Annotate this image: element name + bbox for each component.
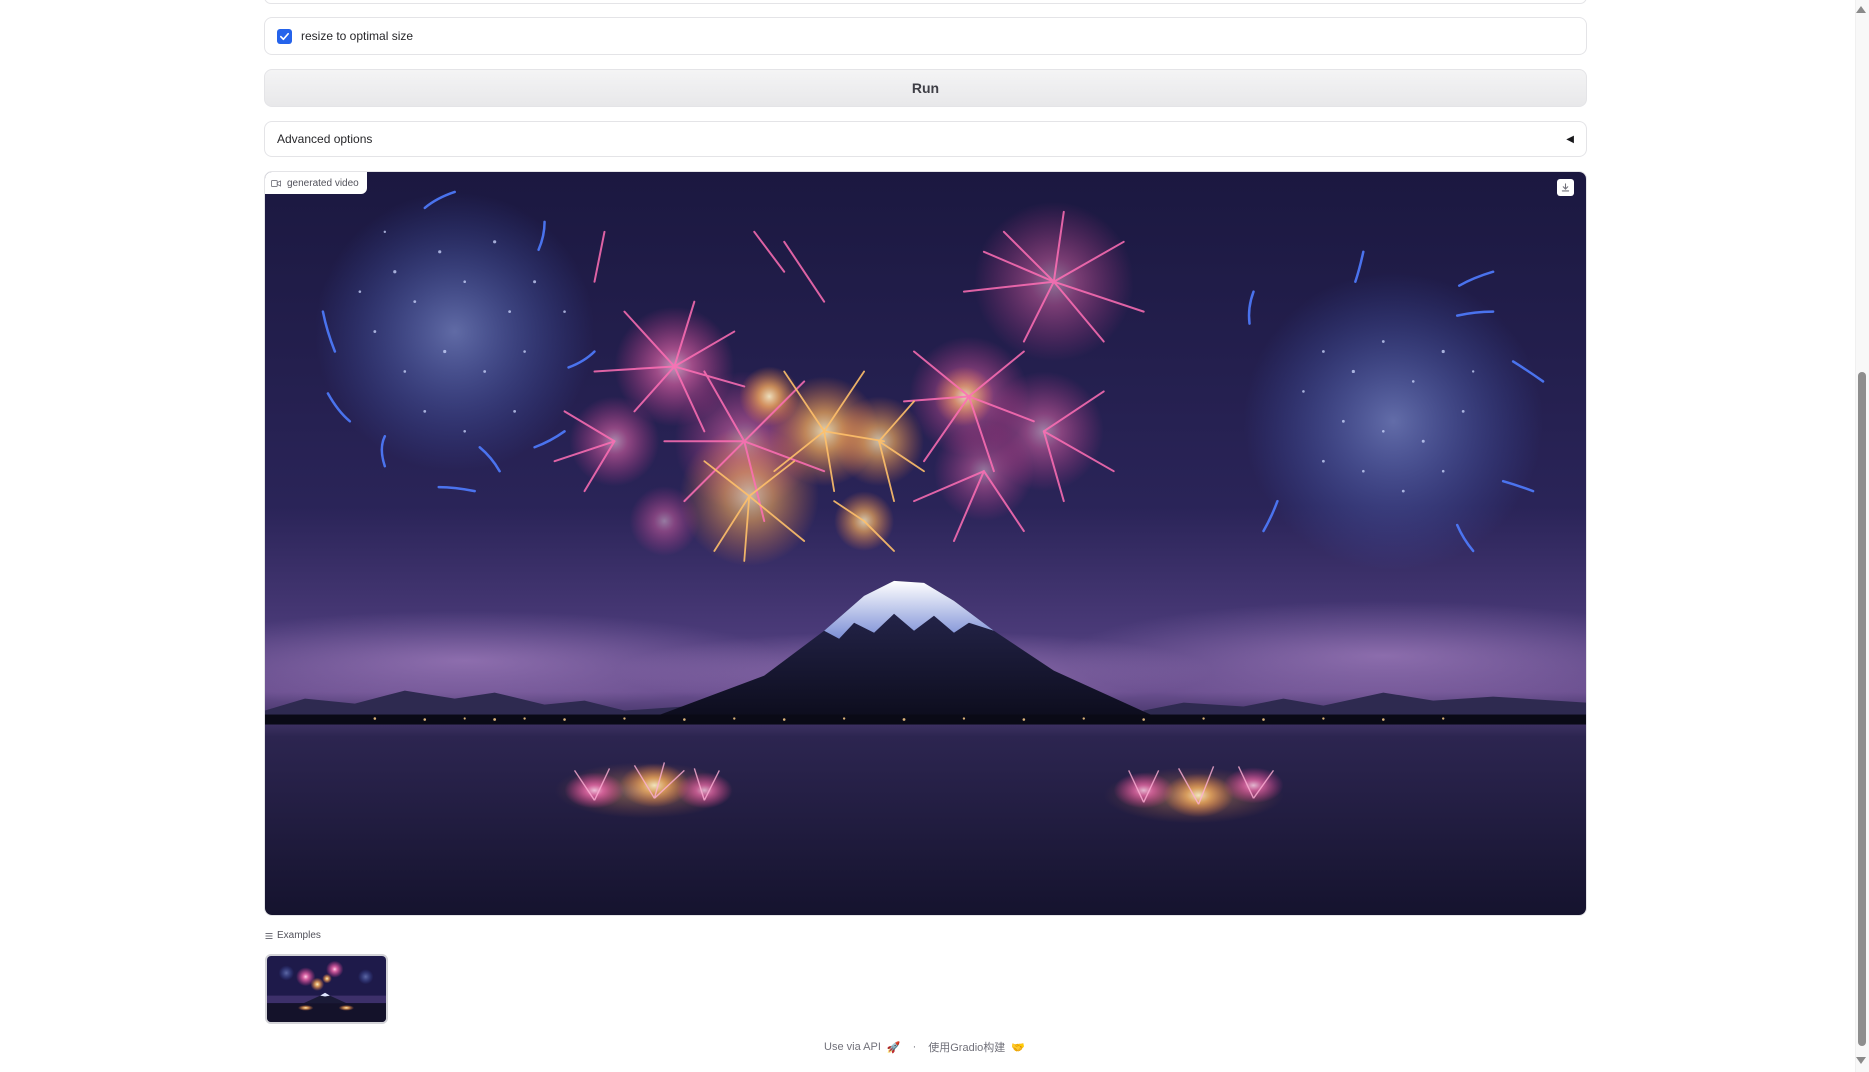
download-icon [1561,183,1570,192]
scroll-up-arrow-icon[interactable] [1856,6,1866,13]
download-button[interactable] [1557,179,1574,196]
resize-option-block: resize to optimal size [264,17,1587,55]
previous-component-edge [264,0,1587,4]
advanced-options-label: Advanced options [277,132,373,146]
rocket-icon: 🚀 [886,1041,901,1054]
advanced-options-accordion[interactable]: Advanced options ◀ [264,121,1587,157]
handshake-icon: 🤝 [1011,1041,1025,1054]
example-item-thumbnail[interactable] [265,954,388,1024]
generated-video-panel[interactable]: generated video [264,171,1587,916]
page: resize to optimal size Run Advanced opti… [0,0,1869,1072]
scroll-thumb[interactable] [1858,372,1866,1046]
footer: Use via API 🚀 · 使用Gradio构建 🤝 [0,1039,1869,1055]
video-label-badge: generated video [265,172,367,194]
footer-separator: · [912,1041,917,1053]
check-icon [280,32,289,40]
video-label: generated video [287,177,359,189]
scroll-down-arrow-icon[interactable] [1856,1057,1866,1064]
page-scrollbar[interactable] [1855,0,1869,1072]
list-icon [265,932,273,939]
use-via-api-link[interactable]: Use via API [824,1041,881,1053]
built-with-gradio-link[interactable]: 使用Gradio构建 [928,1039,1005,1055]
examples-header: Examples [265,930,321,941]
video-icon [271,179,281,187]
run-button[interactable]: Run [264,69,1587,107]
video-frame-fireworks [265,172,1586,915]
resize-checkbox[interactable] [277,28,292,44]
examples-label: Examples [277,930,321,941]
example-fireworks-image [267,956,386,1022]
caret-left-icon: ◀ [1566,133,1574,145]
resize-checkbox-label[interactable]: resize to optimal size [301,29,413,43]
